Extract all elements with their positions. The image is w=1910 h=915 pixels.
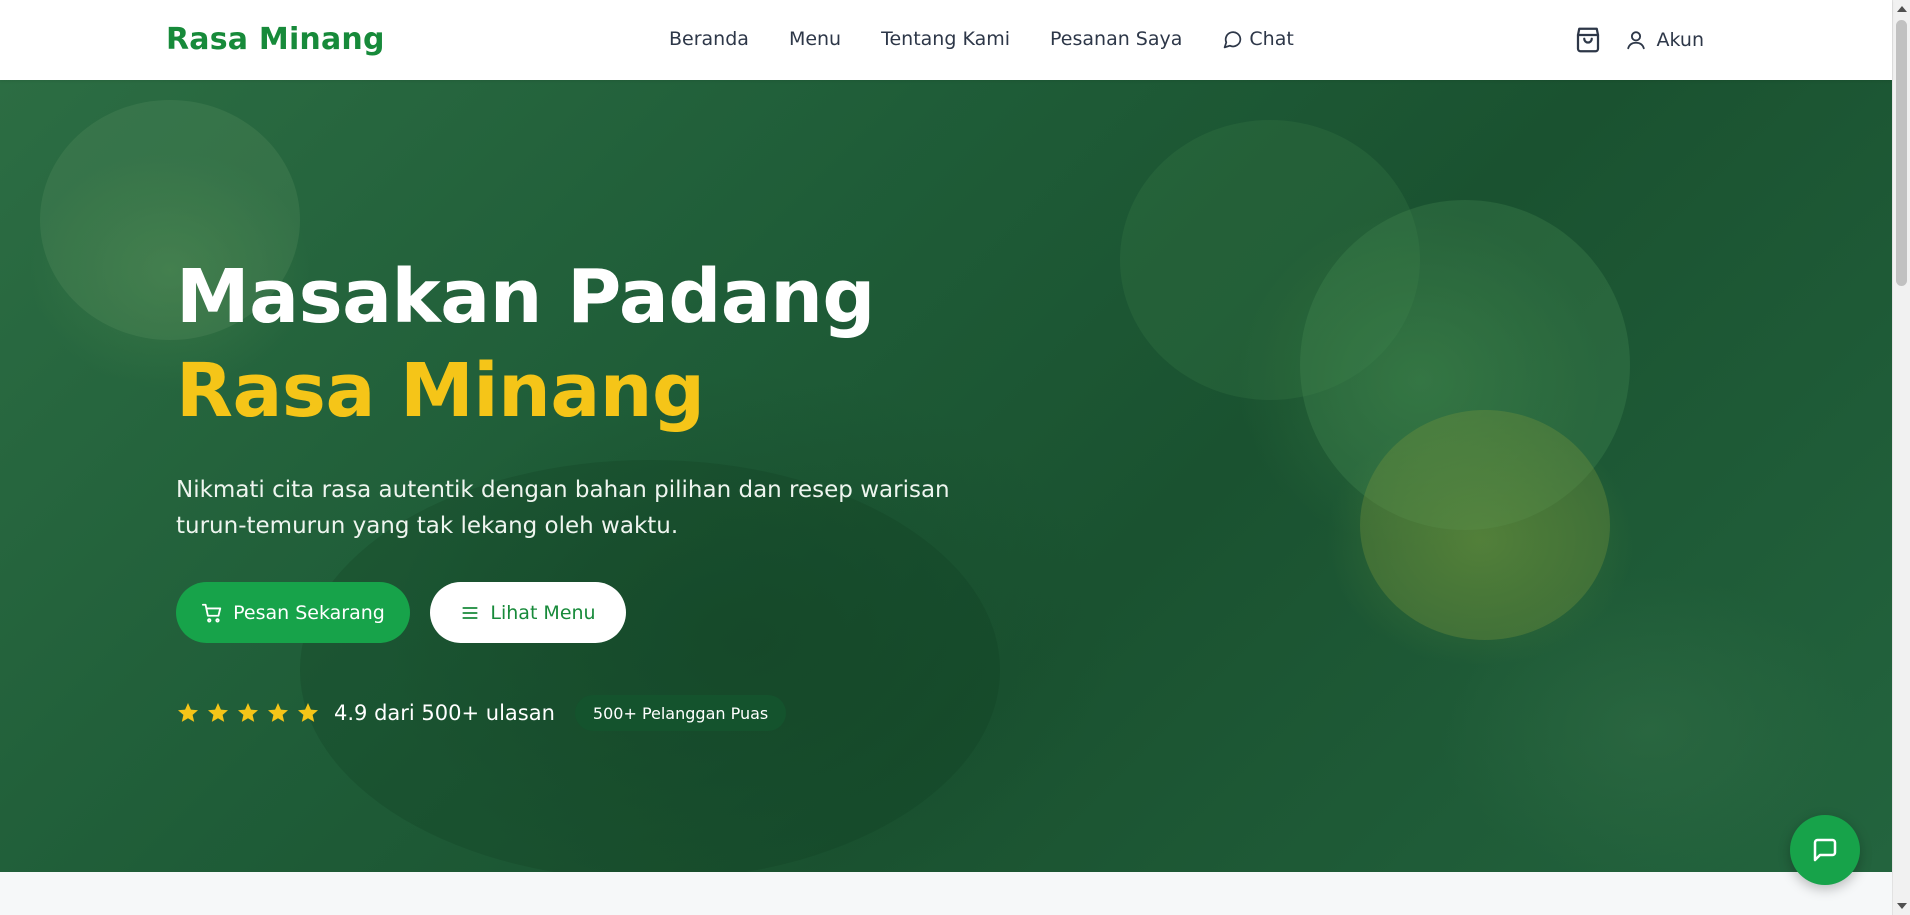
shopping-bag-icon[interactable] [1573,24,1603,56]
chat-icon [1813,838,1837,862]
nav-item-tentang-kami[interactable]: Tentang Kami [881,28,1010,50]
nav-item-beranda[interactable]: Beranda [669,28,749,50]
chat-fab-button[interactable] [1790,815,1860,885]
rating-stars [176,701,320,725]
main-nav: Beranda Menu Tentang Kami Pesanan Saya C… [669,28,1334,50]
cart-icon [202,603,222,622]
hero-title-main: Masakan Padang [176,254,875,340]
user-icon [1626,31,1645,50]
star-icon [178,703,198,722]
order-now-button[interactable]: Pesan Sekarang [176,582,410,643]
hero-title-accent: Rasa Minang [176,348,705,434]
site-header: Rasa Minang Beranda Menu Tentang Kami Pe… [0,0,1892,80]
nav-item-pesanan-saya[interactable]: Pesanan Saya [1050,28,1182,50]
hero-bg-shape [1120,120,1420,400]
hero-title: Masakan Padang Rasa Minang [176,250,1046,438]
hero-subtitle: Nikmati cita rasa autentik dengan bahan … [176,477,950,539]
star-icon [298,703,318,722]
brand-logo[interactable]: Rasa Minang [166,22,385,57]
nav-item-chat-label: Chat [1249,28,1294,50]
nav-item-menu[interactable]: Menu [789,28,841,50]
scroll-down-arrow-icon[interactable] [1897,903,1907,909]
chat-bubble-icon [1224,30,1242,48]
hero-bg-shape [1360,410,1610,640]
rating-text: 4.9 dari 500+ ulasan [334,701,555,725]
rating-row: 4.9 dari 500+ ulasan 500+ Pelanggan Puas [176,695,1046,731]
menu-lines-icon [462,606,478,619]
account-link[interactable]: Akun [1625,29,1705,51]
scroll-up-arrow-icon[interactable] [1897,6,1907,12]
order-now-label: Pesan Sekarang [233,601,385,624]
header-actions: Akun [1573,24,1705,56]
view-menu-button[interactable]: Lihat Menu [430,582,626,643]
star-icon [208,703,228,722]
hero-actions: Pesan Sekarang Lihat Menu [176,582,1046,643]
hero-section: Masakan Padang Rasa Minang Nikmati cita … [0,80,1892,872]
account-label: Akun [1656,29,1705,51]
scrollbar-thumb[interactable] [1896,20,1907,286]
star-icon [238,703,258,722]
nav-item-chat[interactable]: Chat [1222,28,1294,50]
star-icon [268,703,288,722]
page-scrollbar[interactable] [1892,0,1910,915]
customers-badge: 500+ Pelanggan Puas [574,695,787,731]
hero-content: Masakan Padang Rasa Minang Nikmati cita … [176,250,1046,731]
view-menu-label: Lihat Menu [490,601,596,624]
